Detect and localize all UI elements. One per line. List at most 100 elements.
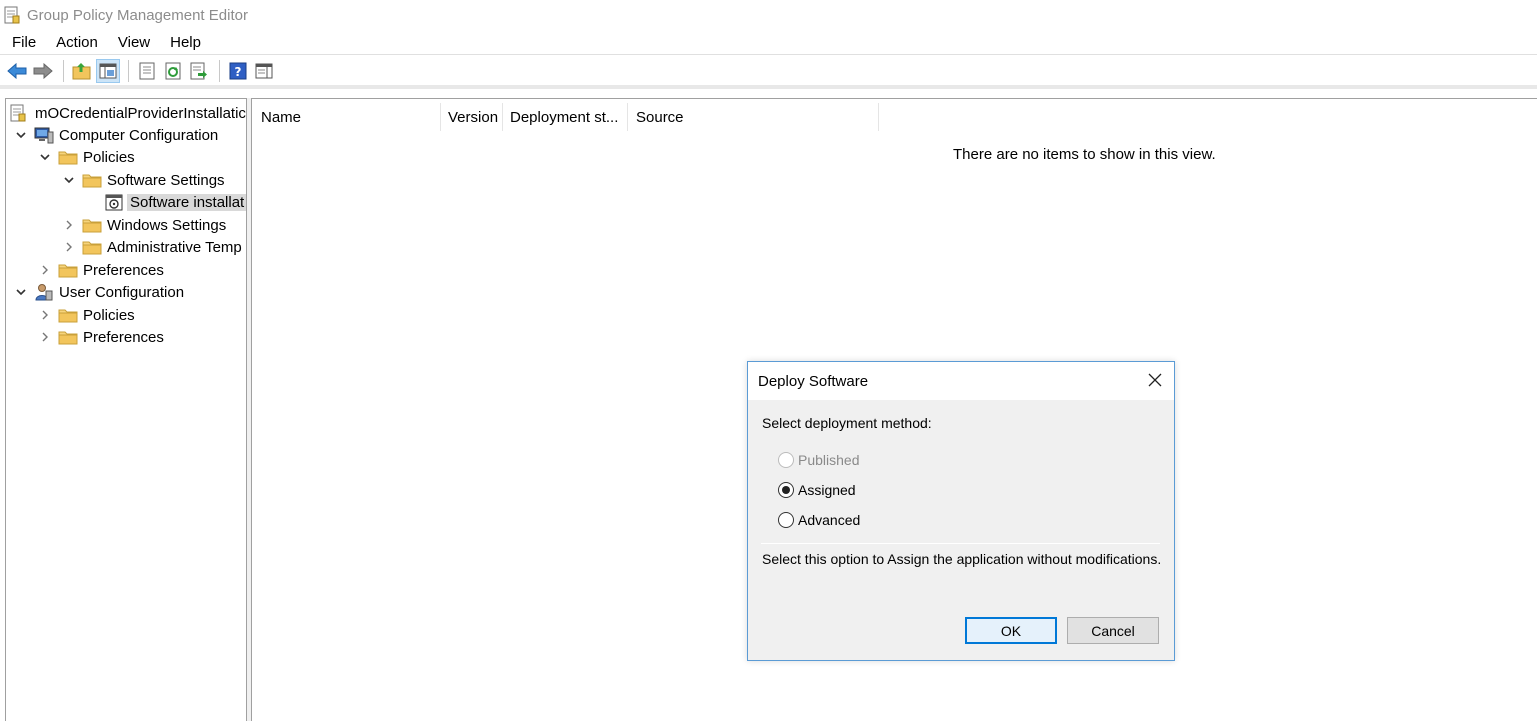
tree-item-gpo-root[interactable]: mOCredentialProviderInstallatic: [10, 102, 246, 124]
column-label: Source: [636, 108, 684, 126]
dialog-title-bar: Deploy Software: [748, 362, 1174, 400]
tree-item-label: Windows Settings: [107, 216, 227, 234]
radio-label: Published: [798, 452, 860, 468]
deployment-method-label: Select deployment method:: [762, 415, 932, 431]
radio-label: Advanced: [798, 512, 861, 528]
window-title: Group Policy Management Editor: [27, 6, 248, 24]
menu-bar: File Action View Help: [0, 31, 1537, 55]
dialog-title: Deploy Software: [758, 372, 869, 390]
chevron-down-icon[interactable]: [14, 128, 28, 142]
radio-circle[interactable]: [778, 482, 794, 498]
column-label: Version: [448, 108, 499, 126]
title-bar: Group Policy Management Editor: [0, 0, 1537, 30]
show-action-pane-button[interactable]: [252, 59, 276, 83]
folder-icon: [58, 306, 78, 324]
column-label: Name: [261, 108, 302, 126]
deploy-software-dialog: Deploy Software Select deployment method…: [747, 361, 1175, 661]
export-list-button[interactable]: [187, 59, 211, 83]
tree-item-label: Preferences: [83, 328, 164, 346]
tree-item-user-policies[interactable]: Policies: [38, 304, 135, 326]
toolbar-separator: [63, 60, 64, 82]
tree-item-label: Policies: [83, 306, 135, 324]
radio-assigned[interactable]: Assigned: [778, 482, 856, 498]
column-label: Deployment st...: [510, 108, 619, 126]
tree-item-label: Software installat: [127, 193, 246, 211]
show-action-pane-icon: [255, 63, 273, 79]
back-button[interactable]: [5, 59, 29, 83]
column-header-version[interactable]: Version: [441, 103, 503, 131]
up-one-level-button[interactable]: [70, 59, 94, 83]
tree-item-label: Administrative Temp: [107, 238, 242, 256]
refresh-icon: [165, 62, 181, 80]
help-icon: ?: [229, 62, 247, 80]
tree-item-user-preferences[interactable]: Preferences: [38, 326, 164, 348]
folder-icon: [58, 148, 78, 166]
properties-icon: [139, 62, 155, 80]
back-arrow-icon: [7, 63, 27, 79]
show-hide-tree-icon: [99, 63, 117, 79]
tree-item-computer-configuration[interactable]: Computer Configuration: [14, 124, 218, 146]
forward-arrow-icon: [33, 63, 53, 79]
radio-circle[interactable]: [778, 512, 794, 528]
option-description: Select this option to Assign the applica…: [762, 551, 1162, 567]
list-header: Name Version Deployment st... Source: [252, 103, 879, 131]
console-tree[interactable]: mOCredentialProviderInstallatic Computer…: [5, 98, 247, 721]
tree-item-label: Computer Configuration: [59, 126, 219, 144]
chevron-right-icon[interactable]: [38, 263, 52, 277]
dialog-divider: [761, 543, 1160, 544]
column-header-source[interactable]: Source: [628, 103, 879, 131]
refresh-button[interactable]: [161, 59, 185, 83]
policy-document-icon: [10, 104, 30, 122]
forward-button[interactable]: [31, 59, 55, 83]
column-header-deployment-state[interactable]: Deployment st...: [503, 103, 628, 131]
tree-item-label: Software Settings: [107, 171, 225, 189]
cancel-button[interactable]: Cancel: [1067, 617, 1159, 644]
properties-button[interactable]: [135, 59, 159, 83]
menu-action[interactable]: Action: [44, 34, 106, 51]
tree-item-administrative-templates[interactable]: Administrative Temp: [62, 236, 242, 258]
tree-item-computer-preferences[interactable]: Preferences: [38, 259, 164, 281]
toolbar-separator: [219, 60, 220, 82]
folder-icon: [82, 171, 102, 189]
tree-item-software-installation[interactable]: Software installat: [105, 191, 246, 213]
tree-item-user-configuration[interactable]: User Configuration: [14, 281, 184, 303]
computer-icon: [34, 126, 54, 144]
export-list-icon: [190, 62, 207, 80]
chevron-right-icon[interactable]: [38, 308, 52, 322]
folder-icon: [58, 328, 78, 346]
chevron-down-icon[interactable]: [38, 150, 52, 164]
tree-item-computer-policies[interactable]: Policies: [38, 146, 135, 168]
help-button[interactable]: ?: [226, 59, 250, 83]
menu-view[interactable]: View: [106, 34, 158, 51]
radio-label: Assigned: [798, 482, 856, 498]
chevron-right-icon[interactable]: [62, 218, 76, 232]
up-folder-icon: [72, 63, 91, 80]
chevron-down-icon[interactable]: [14, 285, 28, 299]
folder-icon: [58, 261, 78, 279]
radio-circle[interactable]: [778, 452, 794, 468]
radio-advanced[interactable]: Advanced: [778, 512, 860, 528]
tree-item-label: mOCredentialProviderInstallatic: [35, 104, 246, 122]
policy-editor-icon: [4, 6, 20, 24]
user-icon: [34, 283, 54, 301]
folder-icon: [82, 238, 102, 256]
menu-file[interactable]: File: [0, 34, 44, 51]
tree-item-label: User Configuration: [59, 283, 185, 301]
chevron-right-icon[interactable]: [38, 330, 52, 344]
ok-button[interactable]: OK: [965, 617, 1057, 644]
tree-item-windows-settings[interactable]: Windows Settings: [62, 214, 226, 236]
chevron-down-icon[interactable]: [62, 173, 76, 187]
empty-list-message: There are no items to show in this view.: [953, 146, 1216, 163]
folder-icon: [82, 216, 102, 234]
close-icon[interactable]: [1146, 371, 1164, 389]
toolbar-separator: [128, 60, 129, 82]
radio-published[interactable]: Published: [778, 452, 860, 468]
tree-item-label: Preferences: [83, 261, 164, 279]
column-header-name[interactable]: Name: [252, 103, 441, 131]
show-hide-tree-button[interactable]: [96, 59, 120, 83]
chevron-right-icon[interactable]: [62, 240, 76, 254]
svg-text:?: ?: [235, 65, 242, 79]
menu-help[interactable]: Help: [158, 34, 209, 51]
radio-selected-dot: [782, 486, 790, 494]
tree-item-software-settings[interactable]: Software Settings: [62, 169, 225, 191]
